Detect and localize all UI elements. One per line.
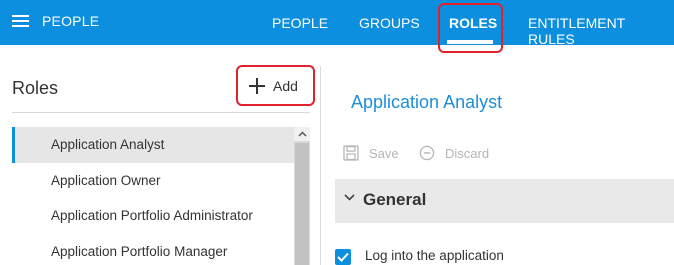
roles-list: Application Analyst Application Owner Ap… bbox=[12, 127, 295, 265]
top-navigation-bar: PEOPLE PEOPLE GROUPS ROLES ENTITLEMENT R… bbox=[0, 0, 674, 47]
add-button-highlight bbox=[236, 65, 315, 106]
roles-list-scrollbar[interactable] bbox=[294, 127, 310, 265]
tab-people[interactable]: PEOPLE bbox=[272, 15, 328, 31]
permission-label: Log into the application bbox=[365, 248, 504, 263]
list-item-application-portfolio-manager[interactable]: Application Portfolio Manager bbox=[12, 234, 295, 265]
roles-panel-title: Roles bbox=[12, 78, 59, 98]
chevron-down-icon[interactable] bbox=[344, 194, 355, 201]
list-item-application-analyst[interactable]: Application Analyst bbox=[12, 127, 295, 163]
tab-groups[interactable]: GROUPS bbox=[359, 15, 420, 31]
app-title: PEOPLE bbox=[42, 13, 100, 29]
log-into-application-checkbox[interactable] bbox=[335, 249, 351, 265]
roles-tab-highlight bbox=[438, 3, 503, 53]
role-detail-title: Application Analyst bbox=[351, 92, 503, 112]
tab-entitlement-rules[interactable]: ENTITLEMENT RULES bbox=[528, 15, 674, 47]
discard-label: Discard bbox=[445, 145, 490, 161]
save-button[interactable]: Save bbox=[343, 145, 399, 161]
chevron-up-icon[interactable] bbox=[294, 127, 310, 141]
section-title: General bbox=[363, 190, 427, 209]
circle-minus-icon bbox=[419, 145, 435, 161]
vertical-divider bbox=[320, 66, 321, 265]
floppy-disk-icon bbox=[343, 145, 359, 161]
list-item-application-portfolio-administrator[interactable]: Application Portfolio Administrator bbox=[12, 198, 295, 234]
panel-separator bbox=[12, 112, 310, 113]
checkmark-icon bbox=[337, 252, 349, 262]
scrollbar-thumb[interactable] bbox=[295, 143, 309, 265]
save-label: Save bbox=[369, 145, 399, 161]
hamburger-menu-icon[interactable] bbox=[12, 15, 29, 28]
list-item-application-owner[interactable]: Application Owner bbox=[12, 163, 295, 199]
discard-button[interactable]: Discard bbox=[419, 145, 489, 161]
